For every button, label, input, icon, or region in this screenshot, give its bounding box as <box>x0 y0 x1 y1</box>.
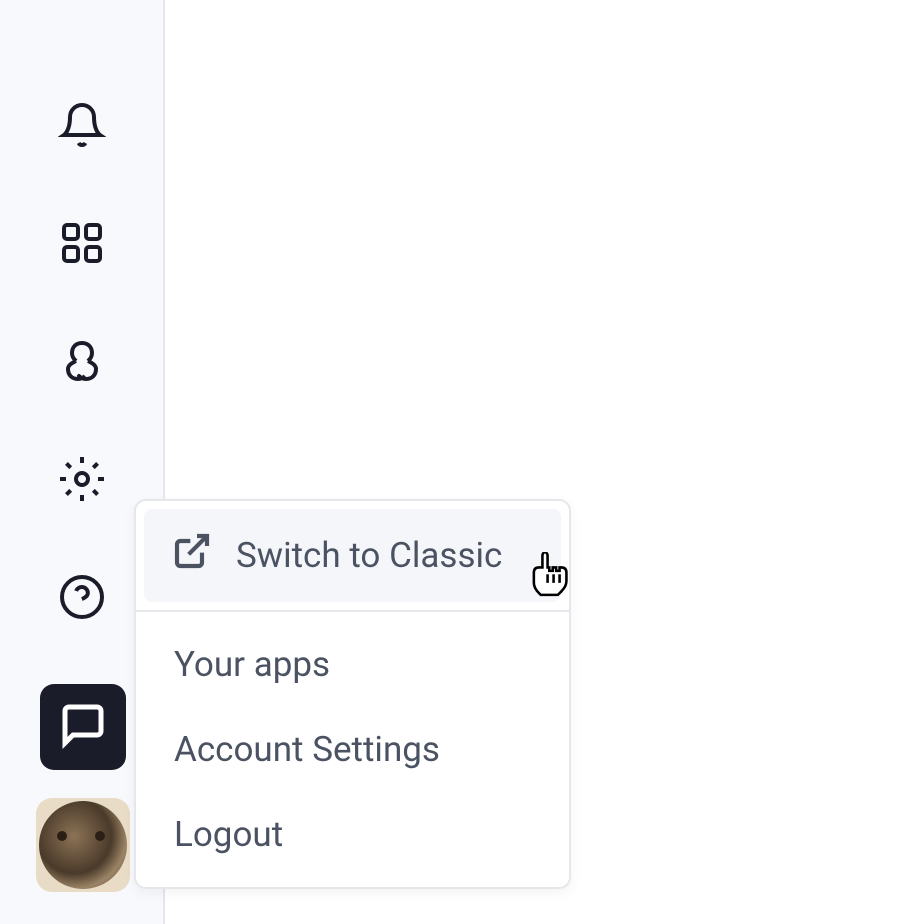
menu-item-logout[interactable]: Logout <box>136 792 569 877</box>
user-menu-popup: Switch to Classic Your apps Account Sett… <box>134 499 571 889</box>
notifications-button[interactable] <box>55 100 109 154</box>
menu-item-label: Your apps <box>174 644 330 685</box>
grid-icon <box>58 219 106 271</box>
menu-item-label: Account Settings <box>174 729 440 770</box>
external-link-icon <box>172 531 212 580</box>
avatar-image <box>39 801 127 889</box>
help-button[interactable] <box>55 572 109 626</box>
menu-item-switch-classic[interactable]: Switch to Classic <box>144 509 561 602</box>
bell-icon <box>58 101 106 153</box>
apps-button[interactable] <box>55 218 109 272</box>
gear-icon <box>58 455 106 507</box>
help-icon <box>58 573 106 625</box>
menu-bottom-section: Your apps Account Settings Logout <box>136 612 569 887</box>
settings-button[interactable] <box>55 454 109 508</box>
menu-item-label: Logout <box>174 814 283 855</box>
chat-button[interactable] <box>40 684 126 770</box>
menu-item-your-apps[interactable]: Your apps <box>136 622 569 707</box>
menu-top-section: Switch to Classic <box>136 501 569 612</box>
user-avatar[interactable] <box>36 798 130 892</box>
webhook-icon <box>58 337 106 389</box>
chat-icon <box>59 701 107 753</box>
webhooks-button[interactable] <box>55 336 109 390</box>
menu-item-account-settings[interactable]: Account Settings <box>136 707 569 792</box>
menu-item-label: Switch to Classic <box>236 535 502 576</box>
